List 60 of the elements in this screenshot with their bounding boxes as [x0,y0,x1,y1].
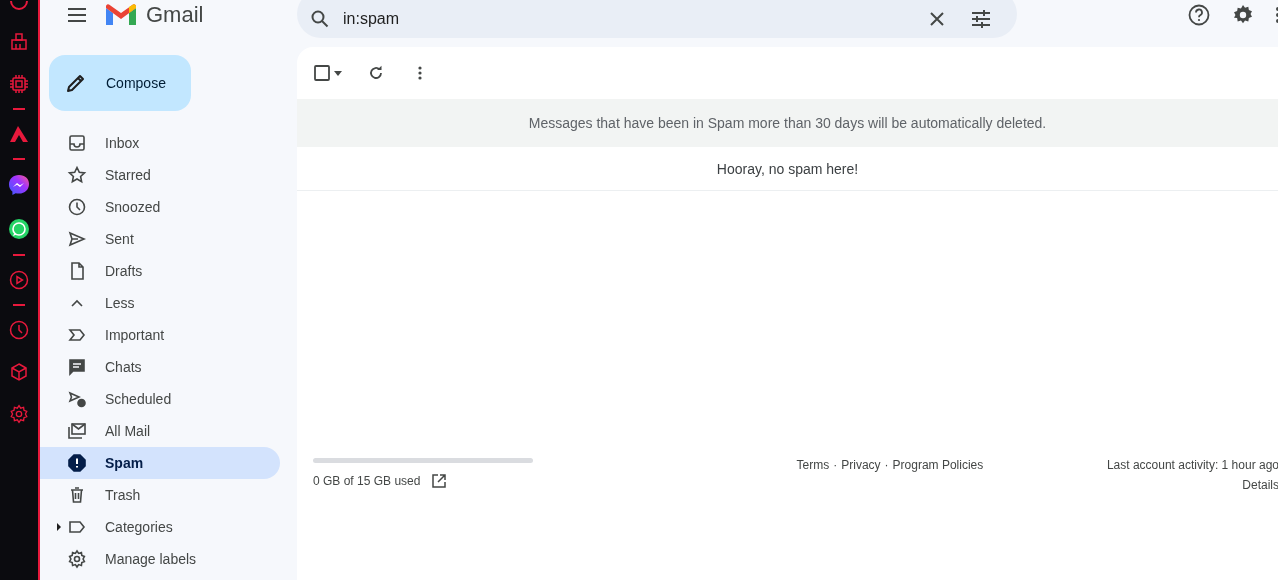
caret-icon[interactable] [56,523,62,531]
caret-icon [334,70,342,76]
star-icon [67,165,87,185]
filter-options-icon[interactable] [971,10,991,28]
send-icon [67,229,87,249]
activity-text: Last account activity: 1 hour ago [1106,458,1278,472]
sidebar-item[interactable]: Less [40,287,280,319]
storage-text: 0 GB of 15 GB used [313,474,421,488]
sidebar-item[interactable]: Sent [40,223,280,255]
pencil-icon [66,73,86,93]
separator-dot: · [833,458,838,472]
sidebar-item[interactable]: Important [40,319,280,351]
whatsapp-icon[interactable] [8,218,30,240]
chip-icon[interactable] [9,74,29,94]
sidebar-item[interactable]: Chats [40,351,280,383]
sidebar-item[interactable]: Drafts [40,255,280,287]
app-title: Gmail [146,2,204,28]
inbox-icon [67,133,87,153]
compose-button[interactable]: Compose [49,55,191,111]
sidebar-item[interactable]: Trash [40,479,280,511]
cube-icon[interactable] [9,362,29,382]
sidebar-item[interactable]: Snoozed [40,191,280,223]
footer-link[interactable]: Terms [796,458,830,472]
spam-icon [67,453,87,473]
checkbox-icon [314,65,330,81]
separator-dot: · [884,458,889,472]
footer-link[interactable]: Privacy [841,458,881,472]
settings-icon[interactable] [1232,4,1254,26]
chat-icon [67,357,87,377]
sidebar-item[interactable]: Spam [40,447,280,479]
sidebar-item[interactable]: Manage labels [40,543,280,575]
search-icon[interactable] [310,9,330,29]
play-icon[interactable] [9,270,29,290]
gear-icon [67,549,87,569]
close-icon[interactable] [929,11,945,27]
empty-message: Hooray, no spam here! [716,160,859,177]
external-link-icon[interactable] [432,474,447,488]
sidebar-item[interactable]: Scheduled [40,383,280,415]
envelope-logo-icon [106,3,136,27]
refresh-icon[interactable] [368,65,384,81]
sidebar-item[interactable]: Inbox [40,127,280,159]
more-icon[interactable] [418,66,422,80]
allmail-icon [67,421,87,441]
scheduled-icon [67,389,87,409]
sidebar-item[interactable]: Starred [40,159,280,191]
footer-link[interactable]: Program Policies [892,458,984,472]
menu-icon[interactable] [68,8,86,22]
messenger-icon[interactable] [8,174,30,196]
sidebar-item[interactable]: All Mail [40,415,280,447]
search-field[interactable]: in:spam [297,0,1017,38]
settings-icon[interactable] [9,404,29,424]
details-link[interactable]: Details [1242,478,1278,492]
select-checkbox[interactable] [314,65,342,81]
search-query: in:spam [343,10,400,28]
peak-logo-icon[interactable] [9,124,29,144]
clock-icon[interactable] [9,320,29,340]
help-icon[interactable] [1188,4,1210,26]
clock-icon [67,197,87,217]
banner-text: Messages that have been in Spam more than 30 days will be automatically deleted. [528,115,1047,131]
sidebar-item[interactable]: Categories [40,511,280,543]
